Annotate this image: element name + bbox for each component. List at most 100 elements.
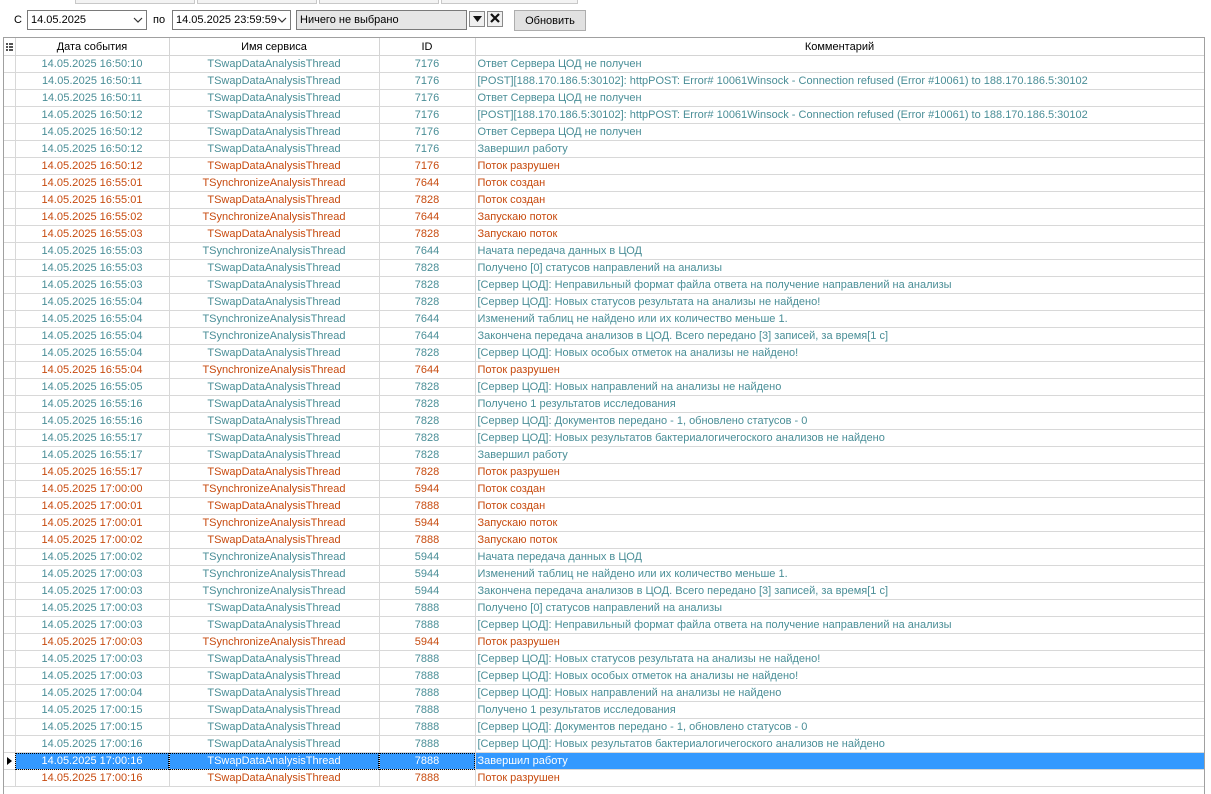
cell-service[interactable]: TSwapDataAnalysisThread [169,718,380,736]
table-row[interactable]: 14.05.2025 17:00:01 TSwapDataAnalysisThre… [4,497,1204,515]
cell-comment[interactable]: Поток разрушен [475,157,1204,175]
cell-service[interactable]: TSynchronizeAnalysisThread [169,582,380,600]
table-row[interactable]: 14.05.2025 17:00:02 TSynchronizeAnalysisT… [4,548,1204,566]
cell-service[interactable]: TSynchronizeAnalysisThread [169,208,380,226]
cell-comment[interactable]: [Сервер ЦОД]: Новых результатов бактериа… [475,735,1204,753]
cell-date[interactable]: 14.05.2025 16:50:11 [15,72,170,90]
table-row[interactable]: 14.05.2025 17:00:01 TSynchronizeAnalysisT… [4,514,1204,532]
cell-id[interactable]: 7888 [379,650,476,668]
cell-date[interactable]: 14.05.2025 17:00:03 [15,667,170,685]
cell-id[interactable]: 7176 [379,140,476,158]
row-indicator[interactable] [4,514,16,532]
cell-date[interactable]: 14.05.2025 17:00:03 [15,565,170,583]
cell-comment[interactable]: [Сервер ЦОД]: Новых результатов бактериа… [475,429,1204,447]
cell-service[interactable]: TSwapDataAnalysisThread [169,259,380,277]
service-select[interactable]: Ничего не выбрано [296,10,467,30]
row-indicator[interactable] [4,531,16,549]
tab-2[interactable] [197,0,317,4]
cell-date[interactable]: 14.05.2025 16:50:12 [15,106,170,124]
row-indicator[interactable] [4,225,16,243]
cell-service[interactable]: TSynchronizeAnalysisThread [169,565,380,583]
cell-date[interactable]: 14.05.2025 16:50:12 [15,140,170,158]
cell-date[interactable]: 14.05.2025 17:00:04 [15,684,170,702]
cell-service[interactable]: TSwapDataAnalysisThread [169,225,380,243]
row-indicator[interactable] [4,463,16,481]
cell-date[interactable]: 14.05.2025 16:50:12 [15,157,170,175]
cell-comment[interactable]: Начата передача данных в ЦОД [475,548,1204,566]
cell-id[interactable]: 7888 [379,684,476,702]
cell-service[interactable]: TSynchronizeAnalysisThread [169,514,380,532]
cell-date[interactable]: 14.05.2025 16:50:12 [15,123,170,141]
row-indicator[interactable] [4,208,16,226]
cell-comment[interactable]: Закончена передача анализов в ЦОД. Всего… [475,582,1204,600]
column-header-service[interactable]: Имя сервиса [169,38,380,56]
row-indicator[interactable] [4,327,16,345]
service-dropdown-button[interactable] [469,11,485,27]
table-row[interactable]: 14.05.2025 16:55:04 TSynchronizeAnalysisT… [4,310,1204,328]
table-row[interactable]: 14.05.2025 17:00:03 TSwapDataAnalysisThre… [4,616,1204,634]
table-row[interactable]: 14.05.2025 16:55:04 TSwapDataAnalysisThre… [4,344,1204,362]
table-row[interactable]: 14.05.2025 16:55:02 TSynchronizeAnalysisT… [4,208,1204,226]
cell-date[interactable]: 14.05.2025 17:00:03 [15,599,170,617]
row-indicator[interactable] [4,395,16,413]
cell-id[interactable]: 7644 [379,208,476,226]
cell-comment[interactable]: Запускаю поток [475,531,1204,549]
cell-id[interactable]: 7828 [379,429,476,447]
cell-id[interactable]: 7888 [379,701,476,719]
chevron-down-icon[interactable] [130,11,146,29]
cell-id[interactable]: 7644 [379,242,476,260]
row-indicator[interactable] [4,123,16,141]
cell-comment[interactable]: [Сервер ЦОД]: Новых особых отметок на ан… [475,667,1204,685]
tab-4[interactable] [441,0,578,4]
cell-date[interactable]: 14.05.2025 16:55:04 [15,344,170,362]
table-row[interactable]: 14.05.2025 17:00:03 TSynchronizeAnalysisT… [4,582,1204,600]
cell-date[interactable]: 14.05.2025 16:55:02 [15,208,170,226]
cell-comment[interactable]: [Сервер ЦОД]: Неправильный формат файла … [475,276,1204,294]
cell-comment[interactable]: Получено [0] статусов направлений на ана… [475,259,1204,277]
row-indicator[interactable] [4,616,16,634]
row-indicator[interactable] [4,157,16,175]
cell-comment[interactable]: Поток создан [475,480,1204,498]
row-indicator[interactable] [4,497,16,515]
cell-date[interactable]: 14.05.2025 16:55:03 [15,259,170,277]
row-indicator[interactable] [4,599,16,617]
cell-date[interactable]: 14.05.2025 17:00:02 [15,531,170,549]
cell-date[interactable]: 14.05.2025 16:55:01 [15,191,170,209]
cell-date[interactable]: 14.05.2025 17:00:16 [15,769,170,787]
cell-comment[interactable]: Ответ Сервера ЦОД не получен [475,55,1204,73]
cell-id[interactable]: 7888 [379,735,476,753]
cell-comment[interactable]: [Сервер ЦОД]: Документов передано - 1, о… [475,718,1204,736]
cell-id[interactable]: 7176 [379,123,476,141]
table-row[interactable]: 14.05.2025 17:00:00 TSynchronizeAnalysisT… [4,480,1204,498]
cell-id[interactable]: 7888 [379,531,476,549]
table-row[interactable]: 14.05.2025 17:00:03 TSwapDataAnalysisThre… [4,599,1204,617]
cell-comment[interactable]: Поток создан [475,174,1204,192]
cell-date[interactable]: 14.05.2025 17:00:03 [15,650,170,668]
cell-id[interactable]: 7176 [379,55,476,73]
cell-id[interactable]: 7176 [379,72,476,90]
row-indicator[interactable] [4,276,16,294]
cell-id[interactable]: 7644 [379,327,476,345]
cell-service[interactable]: TSwapDataAnalysisThread [169,599,380,617]
cell-service[interactable]: TSwapDataAnalysisThread [169,735,380,753]
table-row[interactable]: 14.05.2025 16:55:03 TSwapDataAnalysisThre… [4,276,1204,294]
row-indicator[interactable] [4,310,16,328]
row-indicator[interactable] [4,106,16,124]
cell-date[interactable]: 14.05.2025 16:55:03 [15,276,170,294]
cell-service[interactable]: TSwapDataAnalysisThread [169,191,380,209]
cell-id[interactable]: 7888 [379,497,476,515]
table-row[interactable]: 14.05.2025 17:00:04 TSwapDataAnalysisThre… [4,684,1204,702]
row-indicator[interactable] [4,582,16,600]
row-indicator[interactable] [4,89,16,107]
cell-id[interactable]: 7828 [379,293,476,311]
cell-service[interactable]: TSwapDataAnalysisThread [169,616,380,634]
cell-date[interactable]: 14.05.2025 16:50:10 [15,55,170,73]
cell-id[interactable]: 7888 [379,769,476,787]
table-row[interactable]: 14.05.2025 17:00:03 TSynchronizeAnalysisT… [4,565,1204,583]
cell-date[interactable]: 14.05.2025 17:00:03 [15,633,170,651]
cell-id[interactable]: 5944 [379,514,476,532]
cell-comment[interactable]: [Сервер ЦОД]: Новых направлений на анали… [475,684,1204,702]
cell-date[interactable]: 14.05.2025 17:00:16 [15,735,170,753]
table-row[interactable]: 14.05.2025 17:00:03 TSynchronizeAnalysisT… [4,633,1204,651]
cell-date[interactable]: 14.05.2025 16:55:16 [15,412,170,430]
